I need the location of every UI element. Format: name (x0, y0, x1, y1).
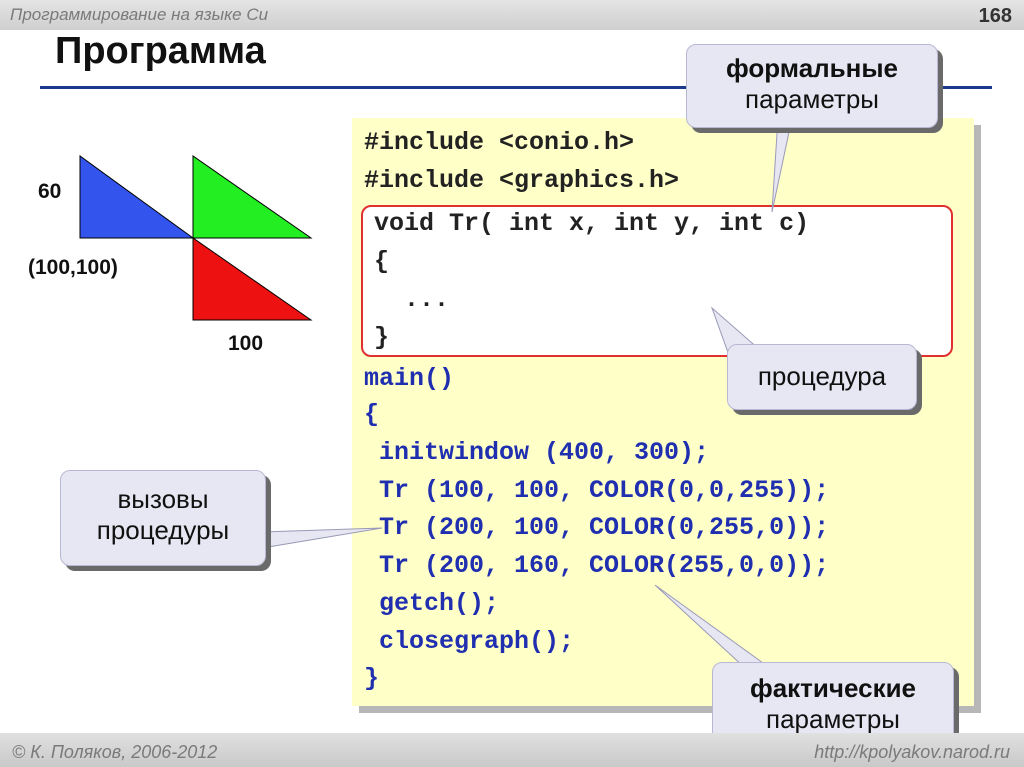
calls-callout: вызовы процедуры (60, 470, 266, 566)
procedure-callout-text: процедура (757, 361, 887, 391)
actual-pointer (654, 584, 772, 669)
formal-params-callout: формальные параметры (686, 44, 938, 128)
actual-callout-line1: фактические (749, 673, 917, 703)
formal-callout-line1: формальные (725, 53, 899, 83)
footer-site-link[interactable]: http://kpolyakov.narod.ru (814, 742, 1010, 763)
formal-pointer (771, 117, 793, 213)
procedure-callout: процедура (727, 344, 917, 410)
footer-author: © К. Поляков, 2006-2012 (12, 742, 218, 762)
calls-callout-line1: вызовы (117, 484, 209, 514)
actual-callout-line2: параметры (766, 704, 900, 734)
formal-callout-line2: параметры (745, 84, 879, 114)
calls-pointer (261, 527, 383, 549)
calls-callout-line2: процедуры (96, 515, 230, 545)
